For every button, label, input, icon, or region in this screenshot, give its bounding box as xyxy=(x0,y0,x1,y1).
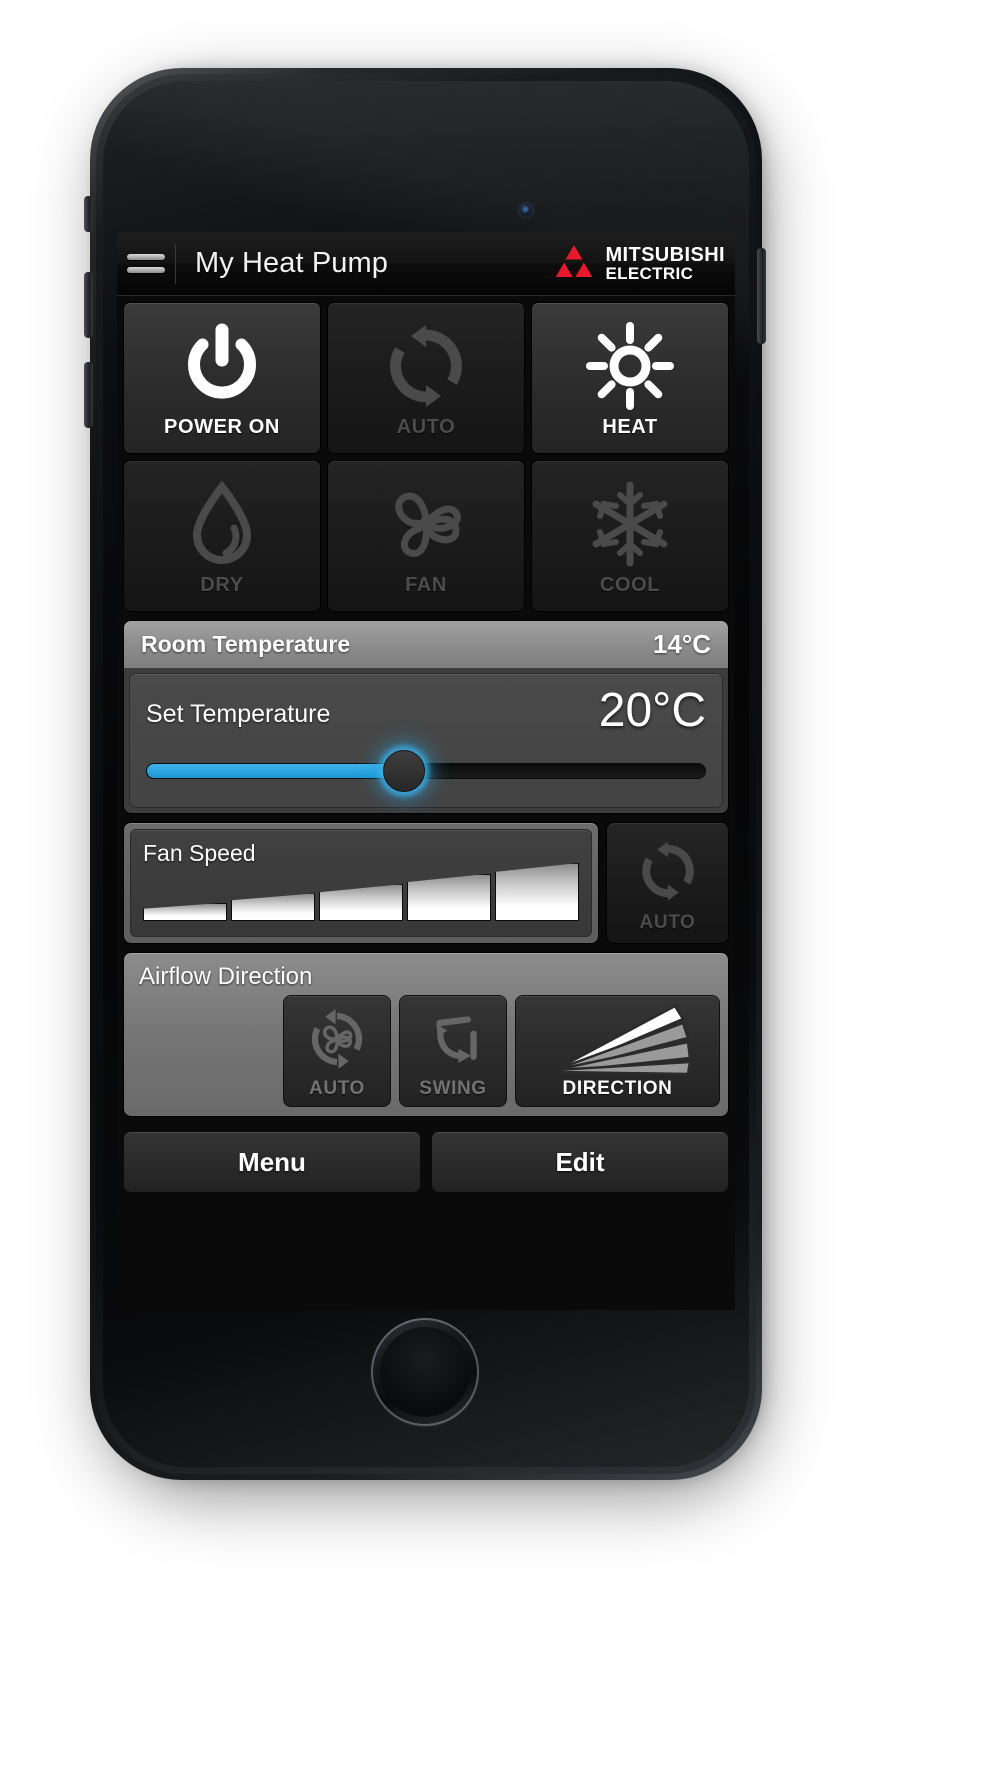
vane-fan-icon xyxy=(543,1002,693,1076)
mode-button-dry[interactable]: DRY xyxy=(123,460,321,612)
set-temperature-row: Set Temperature 20°C xyxy=(146,687,706,735)
hamburger-menu-icon[interactable] xyxy=(117,232,175,296)
fan-speed-bar[interactable] xyxy=(495,863,579,921)
airflow-direction-label: Airflow Direction xyxy=(139,963,313,990)
brand-line-2: ELECTRIC xyxy=(605,264,694,283)
room-temperature-value: 14°C xyxy=(652,629,711,659)
airflow-swing-button[interactable]: SWING xyxy=(399,995,507,1107)
brand-line-1: MITSUBISHI xyxy=(605,244,725,266)
mode-button-heat[interactable]: HEAT xyxy=(531,302,729,454)
temperature-panel: Room Temperature 14°C Set Temperature 20… xyxy=(123,620,729,814)
fan-speed-row: Fan Speed AUTO xyxy=(123,822,729,944)
mode-label-auto: AUTO xyxy=(396,415,456,438)
mode-label-dry: DRY xyxy=(200,573,244,596)
phone-volume-up-button[interactable] xyxy=(84,272,93,338)
set-temperature-value: 20°C xyxy=(598,684,706,737)
airflow-swing-label: SWING xyxy=(419,1078,487,1099)
mode-label-power: POWER ON xyxy=(164,415,280,438)
slider-fill xyxy=(146,763,404,779)
fan-speed-inner: Fan Speed xyxy=(130,829,592,937)
power-icon xyxy=(176,318,268,414)
set-temperature-slider[interactable] xyxy=(146,750,706,792)
airflow-auto-button[interactable]: AUTO xyxy=(283,995,391,1107)
fan-speed-auto-button[interactable]: AUTO xyxy=(606,822,729,944)
fan-speed-bars[interactable] xyxy=(143,863,579,921)
front-camera-icon xyxy=(519,203,533,217)
fan-speed-bar[interactable] xyxy=(319,884,403,921)
mode-label-fan: FAN xyxy=(405,573,447,596)
mode-label-cool: COOL xyxy=(599,573,661,596)
edit-button[interactable]: Edit xyxy=(431,1131,729,1193)
fan-speed-bar[interactable] xyxy=(143,902,227,921)
mode-button-fan[interactable]: FAN xyxy=(327,460,525,612)
airflow-direction-button-label: DIRECTION xyxy=(562,1078,673,1099)
phone-home-button[interactable] xyxy=(371,1318,479,1426)
airflow-direction-panel: Airflow Direction AUTO SWING DIRECTION xyxy=(123,952,729,1117)
mode-button-grid: POWER ON AUTO HEAT DRY FAN COOL xyxy=(117,296,735,612)
app-header: My Heat Pump MITSUBISHI ELECTRIC xyxy=(117,232,735,296)
phone-power-button[interactable] xyxy=(757,248,766,344)
page-title: My Heat Pump xyxy=(195,247,388,279)
fan-speed-bar[interactable] xyxy=(407,873,491,921)
screenshot-stage: My Heat Pump MITSUBISHI ELECTRIC POWER O… xyxy=(0,0,1000,1776)
set-temperature-label: Set Temperature xyxy=(146,700,331,728)
bottom-button-row: Menu Edit xyxy=(123,1131,729,1193)
mode-button-auto[interactable]: AUTO xyxy=(327,302,525,454)
water-drop-icon xyxy=(176,476,268,572)
mitsubishi-electric-logo: MITSUBISHI ELECTRIC xyxy=(551,244,735,284)
auto-cycle-icon xyxy=(635,832,701,910)
swing-arrow-icon xyxy=(421,1002,485,1076)
room-temperature-label: Room Temperature xyxy=(141,631,351,657)
mode-button-power[interactable]: POWER ON xyxy=(123,302,321,454)
fan-speed-panel[interactable]: Fan Speed xyxy=(123,822,599,944)
auto-cycle-icon xyxy=(380,318,472,414)
set-temperature-box: Set Temperature 20°C xyxy=(129,673,723,808)
snowflake-icon xyxy=(584,476,676,572)
sun-icon xyxy=(584,318,676,414)
phone-mute-switch[interactable] xyxy=(84,196,93,232)
menu-button[interactable]: Menu xyxy=(123,1131,421,1193)
fan-speed-bar[interactable] xyxy=(231,893,315,921)
fan-speed-auto-label: AUTO xyxy=(639,912,696,933)
three-diamonds-icon xyxy=(556,244,593,277)
brand-wordmark: MITSUBISHI ELECTRIC xyxy=(605,245,725,282)
airflow-auto-label: AUTO xyxy=(309,1078,365,1099)
mode-button-cool[interactable]: COOL xyxy=(531,460,729,612)
airflow-direction-button[interactable]: DIRECTION xyxy=(515,995,720,1107)
fan-blade-icon xyxy=(380,476,472,572)
app-screen: My Heat Pump MITSUBISHI ELECTRIC POWER O… xyxy=(117,232,735,1310)
mode-label-heat: HEAT xyxy=(602,415,658,438)
room-temperature-row: Room Temperature 14°C xyxy=(124,621,728,668)
slider-knob[interactable] xyxy=(382,750,425,792)
auto-fan-cycle-icon xyxy=(305,1002,369,1076)
phone-volume-down-button[interactable] xyxy=(84,362,93,428)
airflow-buttons: AUTO SWING DIRECTION xyxy=(132,995,720,1107)
